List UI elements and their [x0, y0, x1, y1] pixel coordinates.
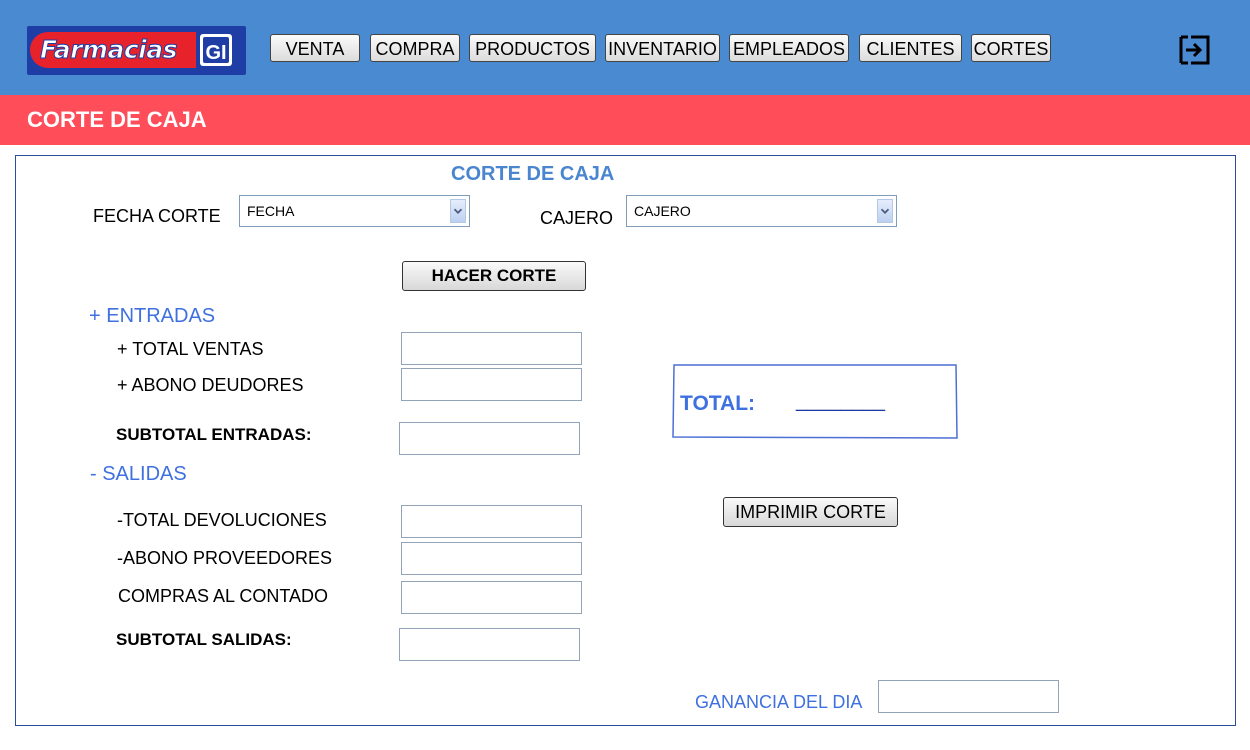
abono-deudores-label: + ABONO DEUDORES — [117, 375, 304, 395]
chevron-down-icon — [877, 199, 893, 223]
farmacias-gi-logo: Farmacias GI — [27, 26, 246, 75]
logo-gi-mark: GI — [196, 30, 236, 70]
nav-empleados-button[interactable]: EMPLEADOS — [729, 34, 849, 62]
nav-cortes-button[interactable]: CORTES — [971, 34, 1051, 62]
fecha-corte-value: FECHA — [247, 203, 295, 219]
cajero-value: CAJERO — [634, 203, 691, 219]
logout-icon[interactable] — [1178, 34, 1212, 66]
ganancia-del-dia-field[interactable] — [878, 680, 1059, 713]
nav-venta-button[interactable]: VENTA — [270, 34, 360, 62]
nav-compra-button[interactable]: COMPRA — [370, 34, 460, 62]
ganancia-del-dia-label: GANANCIA DEL DIA — [695, 692, 863, 712]
nav-inventario-button[interactable]: INVENTARIO — [605, 34, 720, 62]
logo-text: Farmacias — [40, 35, 178, 64]
compras-contado-label: COMPRAS AL CONTADO — [118, 586, 329, 606]
nav-clientes-button[interactable]: CLIENTES — [859, 34, 962, 62]
nav-productos-button[interactable]: PRODUCTOS — [469, 34, 596, 62]
entradas-heading: + ENTRADAS — [89, 305, 216, 327]
subtotal-entradas-field[interactable] — [399, 422, 580, 455]
abono-deudores-field[interactable] — [401, 368, 582, 401]
imprimir-corte-button[interactable]: IMPRIMIR CORTE — [723, 497, 898, 527]
hacer-corte-button[interactable]: HACER CORTE — [402, 261, 586, 291]
subtotal-salidas-label: SUBTOTAL SALIDAS: — [116, 630, 292, 649]
cajero-select[interactable]: CAJERO — [626, 195, 897, 227]
fecha-corte-label: FECHA CORTE — [93, 206, 221, 226]
total-label: TOTAL: — [680, 392, 756, 415]
subtotal-salidas-field[interactable] — [399, 628, 580, 661]
chevron-down-icon — [450, 199, 466, 223]
fecha-corte-select[interactable]: FECHA — [239, 195, 470, 227]
total-ventas-field[interactable] — [401, 332, 582, 365]
total-devoluciones-field[interactable] — [401, 505, 582, 538]
subtotal-entradas-label: SUBTOTAL ENTRADAS: — [116, 425, 312, 444]
compras-contado-field[interactable] — [401, 581, 582, 614]
abono-proveedores-label: -ABONO PROVEEDORES — [117, 548, 333, 568]
total-value: ________ — [796, 390, 885, 412]
total-devoluciones-label: -TOTAL DEVOLUCIONES — [117, 510, 327, 530]
page-title: CORTE DE CAJA — [27, 107, 207, 132]
logo-gi-text: GI — [205, 42, 226, 64]
total-ventas-label: + TOTAL VENTAS — [117, 339, 264, 359]
logo-red-banner: Farmacias — [30, 32, 215, 68]
abono-proveedores-field[interactable] — [401, 542, 582, 575]
cajero-label: CAJERO — [540, 208, 614, 228]
form-heading: CORTE DE CAJA — [451, 163, 615, 185]
salidas-heading: - SALIDAS — [90, 463, 187, 485]
